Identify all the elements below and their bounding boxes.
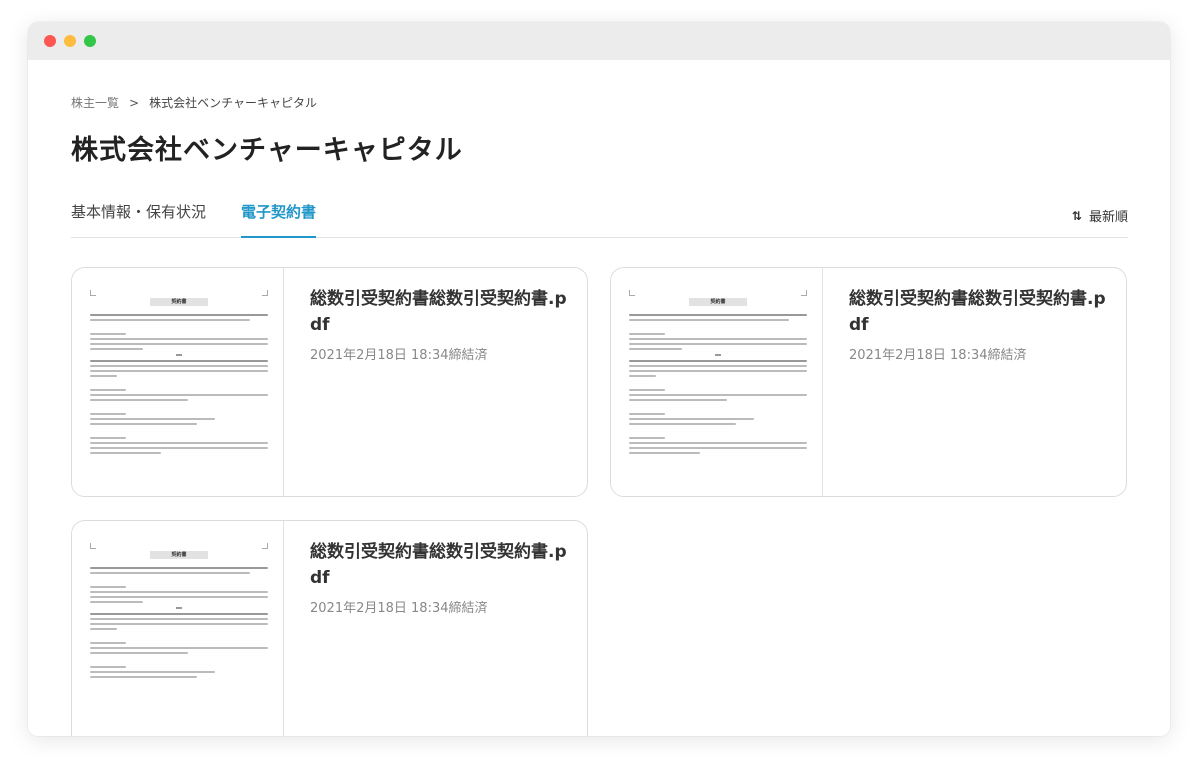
- document-status: 2021年2月18日 18:34締結済: [849, 348, 1027, 363]
- document-card[interactable]: 契約書 総数引受契約書総数引受契約書.pdf 2021年2月18日 18:34締…: [71, 267, 588, 497]
- breadcrumb-current: 株式会社ベンチャーキャピタル: [149, 96, 317, 110]
- thumbnail-title: 契約書: [150, 298, 208, 306]
- document-filename[interactable]: 総数引受契約書総数引受契約書.pdf: [310, 286, 567, 338]
- breadcrumb: 株主一覧 > 株式会社ベンチャーキャピタル: [71, 94, 317, 111]
- sort-dropdown[interactable]: ⇅ 最新順: [1071, 206, 1128, 226]
- tab-bar: 基本情報・保有状況 電子契約書 ⇅ 最新順: [71, 198, 1128, 238]
- close-window-button[interactable]: [44, 35, 56, 47]
- app-window: 株主一覧 > 株式会社ベンチャーキャピタル 株式会社ベンチャーキャピタル 基本情…: [28, 22, 1170, 736]
- document-filename[interactable]: 総数引受契約書総数引受契約書.pdf: [849, 286, 1106, 338]
- tab-basic-info[interactable]: 基本情報・保有状況: [71, 198, 206, 238]
- breadcrumb-parent-link[interactable]: 株主一覧: [71, 94, 119, 111]
- document-card[interactable]: 契約書 総数引受契約書総数引受契約書.pdf 2021年2月18日 18:34締…: [71, 520, 588, 736]
- document-status: 2021年2月18日 18:34締結済: [310, 348, 488, 363]
- tab-e-contracts[interactable]: 電子契約書: [241, 198, 317, 238]
- window-titlebar: [28, 22, 1170, 60]
- document-thumbnail: 契約書: [611, 268, 823, 496]
- sort-icon: ⇅: [1071, 208, 1082, 223]
- breadcrumb-separator: >: [129, 95, 140, 110]
- sort-label: 最新順: [1088, 210, 1128, 225]
- document-filename[interactable]: 総数引受契約書総数引受契約書.pdf: [310, 539, 567, 591]
- thumbnail-title: 契約書: [150, 551, 208, 559]
- document-card[interactable]: 契約書 総数引受契約書総数引受契約書.pdf 2021年2月18日 18:34締…: [610, 267, 1127, 497]
- thumbnail-title: 契約書: [689, 298, 747, 306]
- page-title: 株式会社ベンチャーキャピタル: [71, 135, 463, 166]
- document-thumbnail: 契約書: [72, 268, 284, 496]
- minimize-window-button[interactable]: [64, 35, 76, 47]
- document-status: 2021年2月18日 18:34締結済: [310, 601, 488, 616]
- maximize-window-button[interactable]: [84, 35, 96, 47]
- document-thumbnail: 契約書: [72, 521, 284, 736]
